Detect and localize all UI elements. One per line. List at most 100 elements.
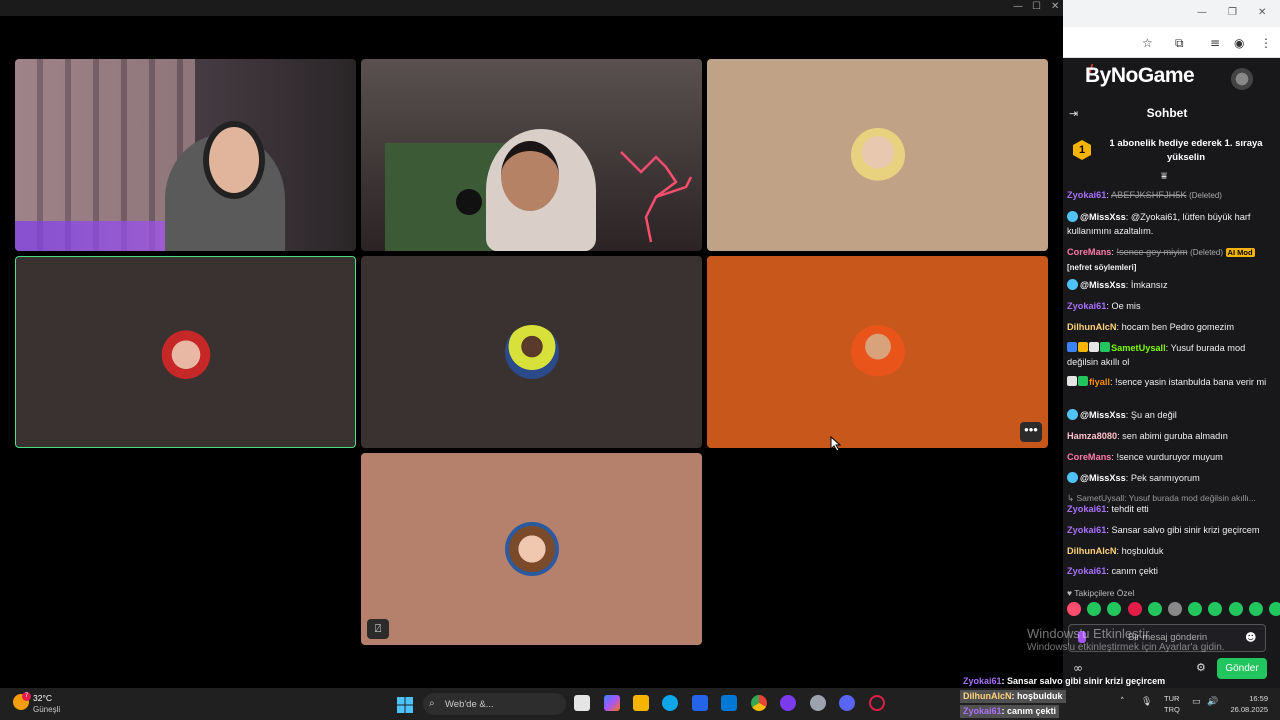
input-language[interactable]: TUR [1164,694,1179,703]
chat-username[interactable]: CoreMans [1067,247,1111,257]
emote-icon[interactable] [1168,602,1182,616]
game-app-icon[interactable] [869,695,885,711]
chat-username[interactable]: Hamza8080 [1067,431,1117,441]
tray-chevron-icon[interactable]: ˄ [1120,697,1125,707]
chat-text: !sence gey miyim [1116,247,1188,257]
store-icon[interactable] [692,695,708,711]
chat-username[interactable]: DilhunAlcN [1067,322,1117,332]
chat-username[interactable]: Zyokai61 [1067,566,1106,576]
chat-username[interactable]: DilhunAlcN [1067,546,1117,556]
close-button[interactable]: ✕ [1258,7,1266,18]
ai-mod-badge: AI Mod [1225,248,1255,257]
moderation-reason: [nefret söylemleri] [1067,263,1137,272]
emote-icon[interactable] [1269,602,1280,616]
chat-username[interactable]: Zyokai61 [1067,190,1106,200]
weather-badge: 7 [22,692,31,701]
chat-text: Pek sanmıyorum [1130,473,1200,483]
filter-icon[interactable]: ⩸ [1161,171,1167,182]
outlook-icon[interactable] [721,695,737,711]
volume-icon[interactable]: 🔊 [1207,697,1218,707]
chat-username[interactable]: Zyokai61 [1067,525,1106,535]
emote-icon[interactable] [1127,602,1142,616]
tile-avatar-7[interactable]: ⍁ [361,453,702,645]
emote-icon[interactable] [1228,602,1243,616]
emote-icon[interactable] [1107,602,1122,616]
copilot-icon[interactable] [604,695,620,711]
extensions-icon[interactable]: ⧉ [1175,36,1184,51]
chat-username[interactable]: SametUysall [1111,343,1166,353]
chat-text: tehdit etti [1111,504,1149,514]
chat-text: sen abimi guruba almadın [1122,431,1228,441]
more-options-button[interactable]: ••• [1020,422,1042,442]
clock-time[interactable]: 16:59 [1232,694,1268,703]
tile-avatar-3[interactable] [707,59,1048,251]
app-icon[interactable] [780,695,796,711]
chat-username[interactable]: @MissXss [1080,473,1126,483]
task-view-icon[interactable] [574,695,590,711]
tile-avatar-5[interactable] [361,256,702,448]
followers-only-label: ♥ Takipçilere Özel [1067,588,1135,598]
restore-button[interactable]: ❐ [1228,7,1237,18]
bot-icon [1067,211,1078,222]
gift-promo-text[interactable]: 1 abonelik hediye ederek 1. sıraya yükse… [1101,137,1271,165]
chat-title: Sohbet [1146,106,1188,120]
chat-username[interactable]: Zyokai61 [1067,301,1106,311]
emote-icon[interactable] [1208,602,1223,616]
chat-text: !sence vurduruyor muyum [1116,452,1223,462]
network-icon[interactable]: ▭ [1192,697,1201,707]
chat-message: Zyokai61: ABEFJKSHFJH5K (Deleted) [1067,190,1222,200]
media-icon[interactable]: ≡ [1210,36,1220,50]
emote-icon[interactable] [1248,602,1263,616]
bot-icon [1067,279,1078,290]
discord-icon[interactable] [839,695,855,711]
menu-icon[interactable]: ⋮ [1260,36,1272,50]
bot-icon [1067,472,1078,483]
gear-icon[interactable]: ⚙ [1196,661,1206,674]
overlay-text: : Sansar salvo gibi sinir krizi geçircem [1001,676,1166,686]
windows-start-icon[interactable] [397,697,413,713]
tile-avatar-6[interactable]: ••• [707,256,1048,448]
chat-username[interactable]: @MissXss [1080,410,1126,420]
tray-mic-icon[interactable]: 🎙 [1141,697,1152,707]
emote-icon[interactable] [1087,602,1102,616]
chat-messages: Zyokai61: ABEFJKSHFJH5K (Deleted) @MissXs… [1063,188,1273,588]
tile-camera-1[interactable] [15,59,356,251]
emote-icon[interactable] [1067,602,1081,616]
edge-icon[interactable] [662,695,678,711]
site-logo[interactable]: ByNoGame [1085,64,1195,88]
chat-username[interactable]: Zyokai61 [1067,504,1106,514]
minimize-button[interactable]: — [1197,7,1207,18]
emoji-icon[interactable]: ☻ [1245,631,1256,644]
minimize-button[interactable]: — [1013,1,1023,12]
close-button[interactable]: ✕ [1051,1,1059,12]
weather-location: Güneşli [33,705,61,714]
user-badge-icon [1078,376,1088,386]
tile-camera-2[interactable] [361,59,702,251]
file-explorer-icon[interactable] [633,695,649,711]
chat-username[interactable]: CoreMans [1067,452,1111,462]
user-avatar[interactable] [1231,68,1253,90]
chat-username[interactable]: @MissXss [1080,212,1126,222]
profile-icon[interactable]: ◉ [1234,36,1244,50]
person-head [203,121,265,199]
settings-app-icon[interactable] [810,695,826,711]
send-button[interactable]: Gönder [1217,658,1267,679]
emote-icon[interactable] [1188,602,1203,616]
clock-date[interactable]: 26.08.2025 [1222,705,1268,714]
chat-message: @MissXss: İmkansız [1067,278,1267,292]
call-titlebar: — ☐ ✕ [0,0,1063,16]
points-icon[interactable]: ∞ [1073,661,1083,675]
chrome-icon[interactable] [751,695,767,711]
browser-window: — ❐ ✕ ☆ ⧉ ≡ ◉ ⋮ / ByNoGame ⇥ Sohbet 1 1 … [1063,0,1280,688]
emote-icon[interactable] [1147,602,1162,616]
participant-avatar [850,128,905,182]
user-badge-icon [1067,376,1077,386]
chat-text: Oe mis [1111,301,1141,311]
keyboard-layout[interactable]: TRQ [1164,705,1180,714]
chat-username[interactable]: fiyall [1089,377,1110,387]
chat-username[interactable]: @MissXss [1080,280,1126,290]
tile-avatar-4[interactable] [15,256,356,448]
chat-text: hocam ben Pedro gomezim [1121,322,1234,332]
star-icon[interactable]: ☆ [1142,36,1153,50]
maximize-button[interactable]: ☐ [1032,1,1041,12]
